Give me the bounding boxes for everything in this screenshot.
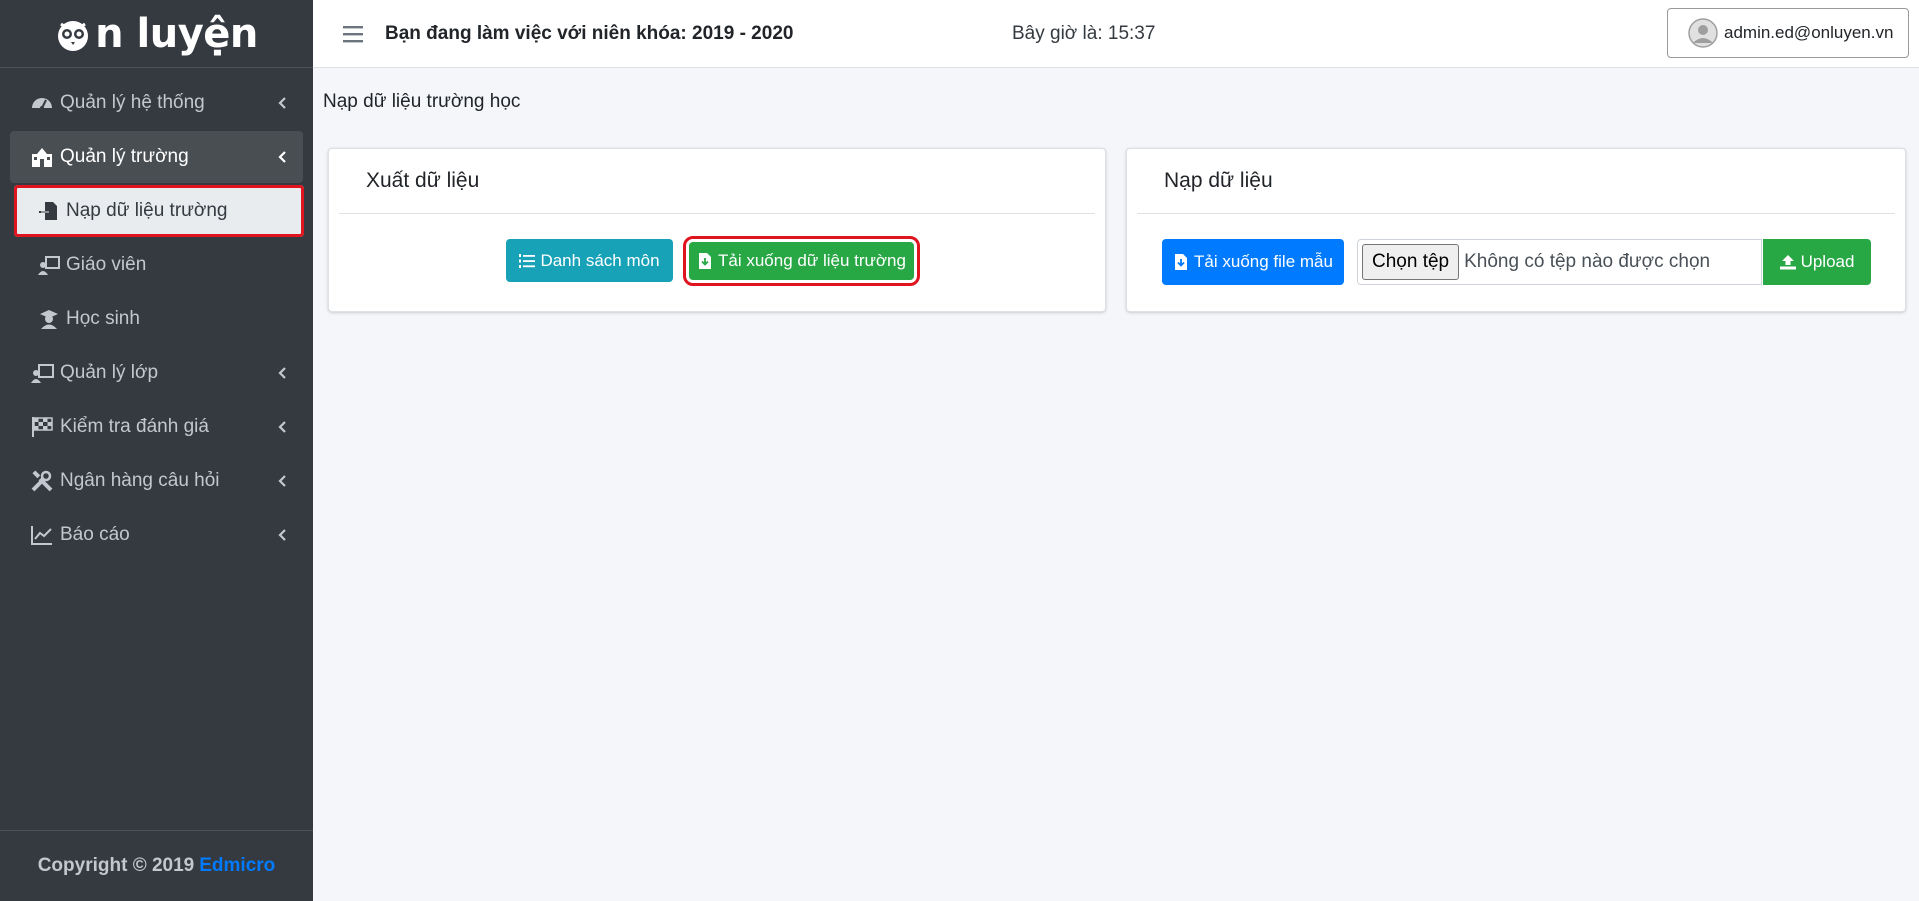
chevron-left-icon [278, 475, 286, 487]
sidebar-item-label: Ngân hàng câu hỏi [60, 470, 220, 491]
hamburger-menu-icon[interactable] [343, 25, 363, 43]
download-school-data-button[interactable]: Tải xuống dữ liệu trường [683, 236, 920, 286]
sidebar-item-question-bank[interactable]: Ngân hàng câu hỏi [10, 455, 303, 507]
subject-list-label: Danh sách môn [540, 250, 660, 270]
sidebar-subitem-students[interactable]: Học sinh [10, 293, 303, 345]
page-title: Nạp dữ liệu trường học [323, 91, 521, 112]
file-import-icon [39, 202, 57, 220]
file-input[interactable]: Chọn tệp Không có tệp nào được chọn [1357, 239, 1762, 285]
line-chart-icon [31, 526, 52, 545]
chevron-left-icon [278, 421, 286, 433]
brand[interactable]: n luyện [0, 0, 313, 68]
student-graduate-icon [40, 310, 58, 329]
sidebar-item-assessment[interactable]: Kiểm tra đánh giá [10, 401, 303, 453]
upload-icon [1779, 255, 1796, 270]
edmicro-link[interactable]: Edmicro [199, 855, 275, 877]
sidebar-footer: Copyright © 2019 Edmicro [0, 830, 313, 901]
sidebar-item-label: Quản lý hệ thống [60, 92, 205, 113]
checkered-flag-icon [32, 417, 53, 437]
chalkboard-teacher-icon [31, 364, 54, 383]
chevron-left-icon [278, 529, 286, 541]
choose-file-button[interactable]: Chọn tệp [1362, 244, 1460, 280]
brand-text: n luyện [95, 10, 258, 57]
dashboard-gauge-icon [32, 98, 52, 110]
sidebar-subitem-teachers[interactable]: Giáo viên [10, 239, 303, 291]
user-email: admin.ed@onluyen.vn [1724, 23, 1894, 42]
sidebar-item-school[interactable]: Quản lý trường [10, 131, 303, 183]
import-data-card: Nạp dữ liệu Tải xuống file mẫu Chọn tệp … [1126, 148, 1906, 312]
chevron-left-icon [278, 151, 286, 163]
subject-list-button[interactable]: Danh sách môn [506, 239, 673, 282]
sidebar-item-label: Báo cáo [60, 524, 130, 545]
sidebar-nav: Quản lý hệ thống Quản lý trường Nạp dữ l… [0, 68, 313, 561]
brand-inner: n luyện [55, 11, 258, 57]
sidebar-item-label: Kiểm tra đánh giá [60, 416, 209, 437]
sidebar-item-classes[interactable]: Quản lý lớp [10, 347, 303, 399]
file-download-icon [699, 253, 712, 269]
school-building-icon [32, 148, 52, 167]
upload-button[interactable]: Upload [1763, 239, 1871, 285]
sidebar-item-reports[interactable]: Báo cáo [10, 509, 303, 561]
export-data-card: Xuất dữ liệu Danh sách môn Tải xuống dữ … [328, 148, 1106, 312]
owl-logo-icon [58, 20, 89, 51]
chevron-left-icon [278, 367, 286, 379]
sidebar: n luyện Quản lý hệ thống Quản lý trường … [0, 0, 313, 901]
export-card-title: Xuất dữ liệu [339, 149, 1095, 214]
sidebar-item-label: Quản lý trường [60, 146, 189, 167]
user-avatar-icon [1688, 18, 1718, 48]
chevron-left-icon [278, 97, 286, 109]
copyright-text: Copyright © 2019 [37, 855, 195, 876]
app-root: n luyện Quản lý hệ thống Quản lý trường … [0, 0, 1919, 901]
sidebar-subitem-label: Học sinh [66, 308, 140, 329]
chalkboard-teacher-icon [38, 256, 60, 275]
tools-icon [31, 470, 53, 492]
sidebar-subitem-label: Giáo viên [66, 254, 147, 275]
sidebar-item-label: Quản lý lớp [60, 362, 159, 383]
download-template-label: Tải xuống file mẫu [1194, 252, 1333, 271]
school-year-title: Bạn đang làm việc với niên khóa: 2019 - … [385, 22, 794, 44]
import-card-title: Nạp dữ liệu [1137, 149, 1895, 214]
file-download-icon [1175, 254, 1188, 270]
upload-label: Upload [1800, 252, 1855, 271]
list-ol-icon [519, 253, 536, 268]
top-header: Bạn đang làm việc với niên khóa: 2019 - … [313, 0, 1919, 68]
no-file-selected-text: Không có tệp nào được chọn [1464, 251, 1711, 272]
sidebar-subitem-label: Nạp dữ liệu trường [66, 200, 228, 221]
sidebar-subitem-import-school[interactable]: Nạp dữ liệu trường [14, 185, 304, 237]
download-template-button[interactable]: Tải xuống file mẫu [1162, 239, 1344, 285]
user-menu[interactable]: admin.ed@onluyen.vn [1667, 8, 1909, 58]
current-time: Bây giờ là: 15:37 [1012, 22, 1156, 44]
sidebar-item-system[interactable]: Quản lý hệ thống [10, 77, 303, 129]
download-school-data-label: Tải xuống dữ liệu trường [718, 251, 906, 270]
